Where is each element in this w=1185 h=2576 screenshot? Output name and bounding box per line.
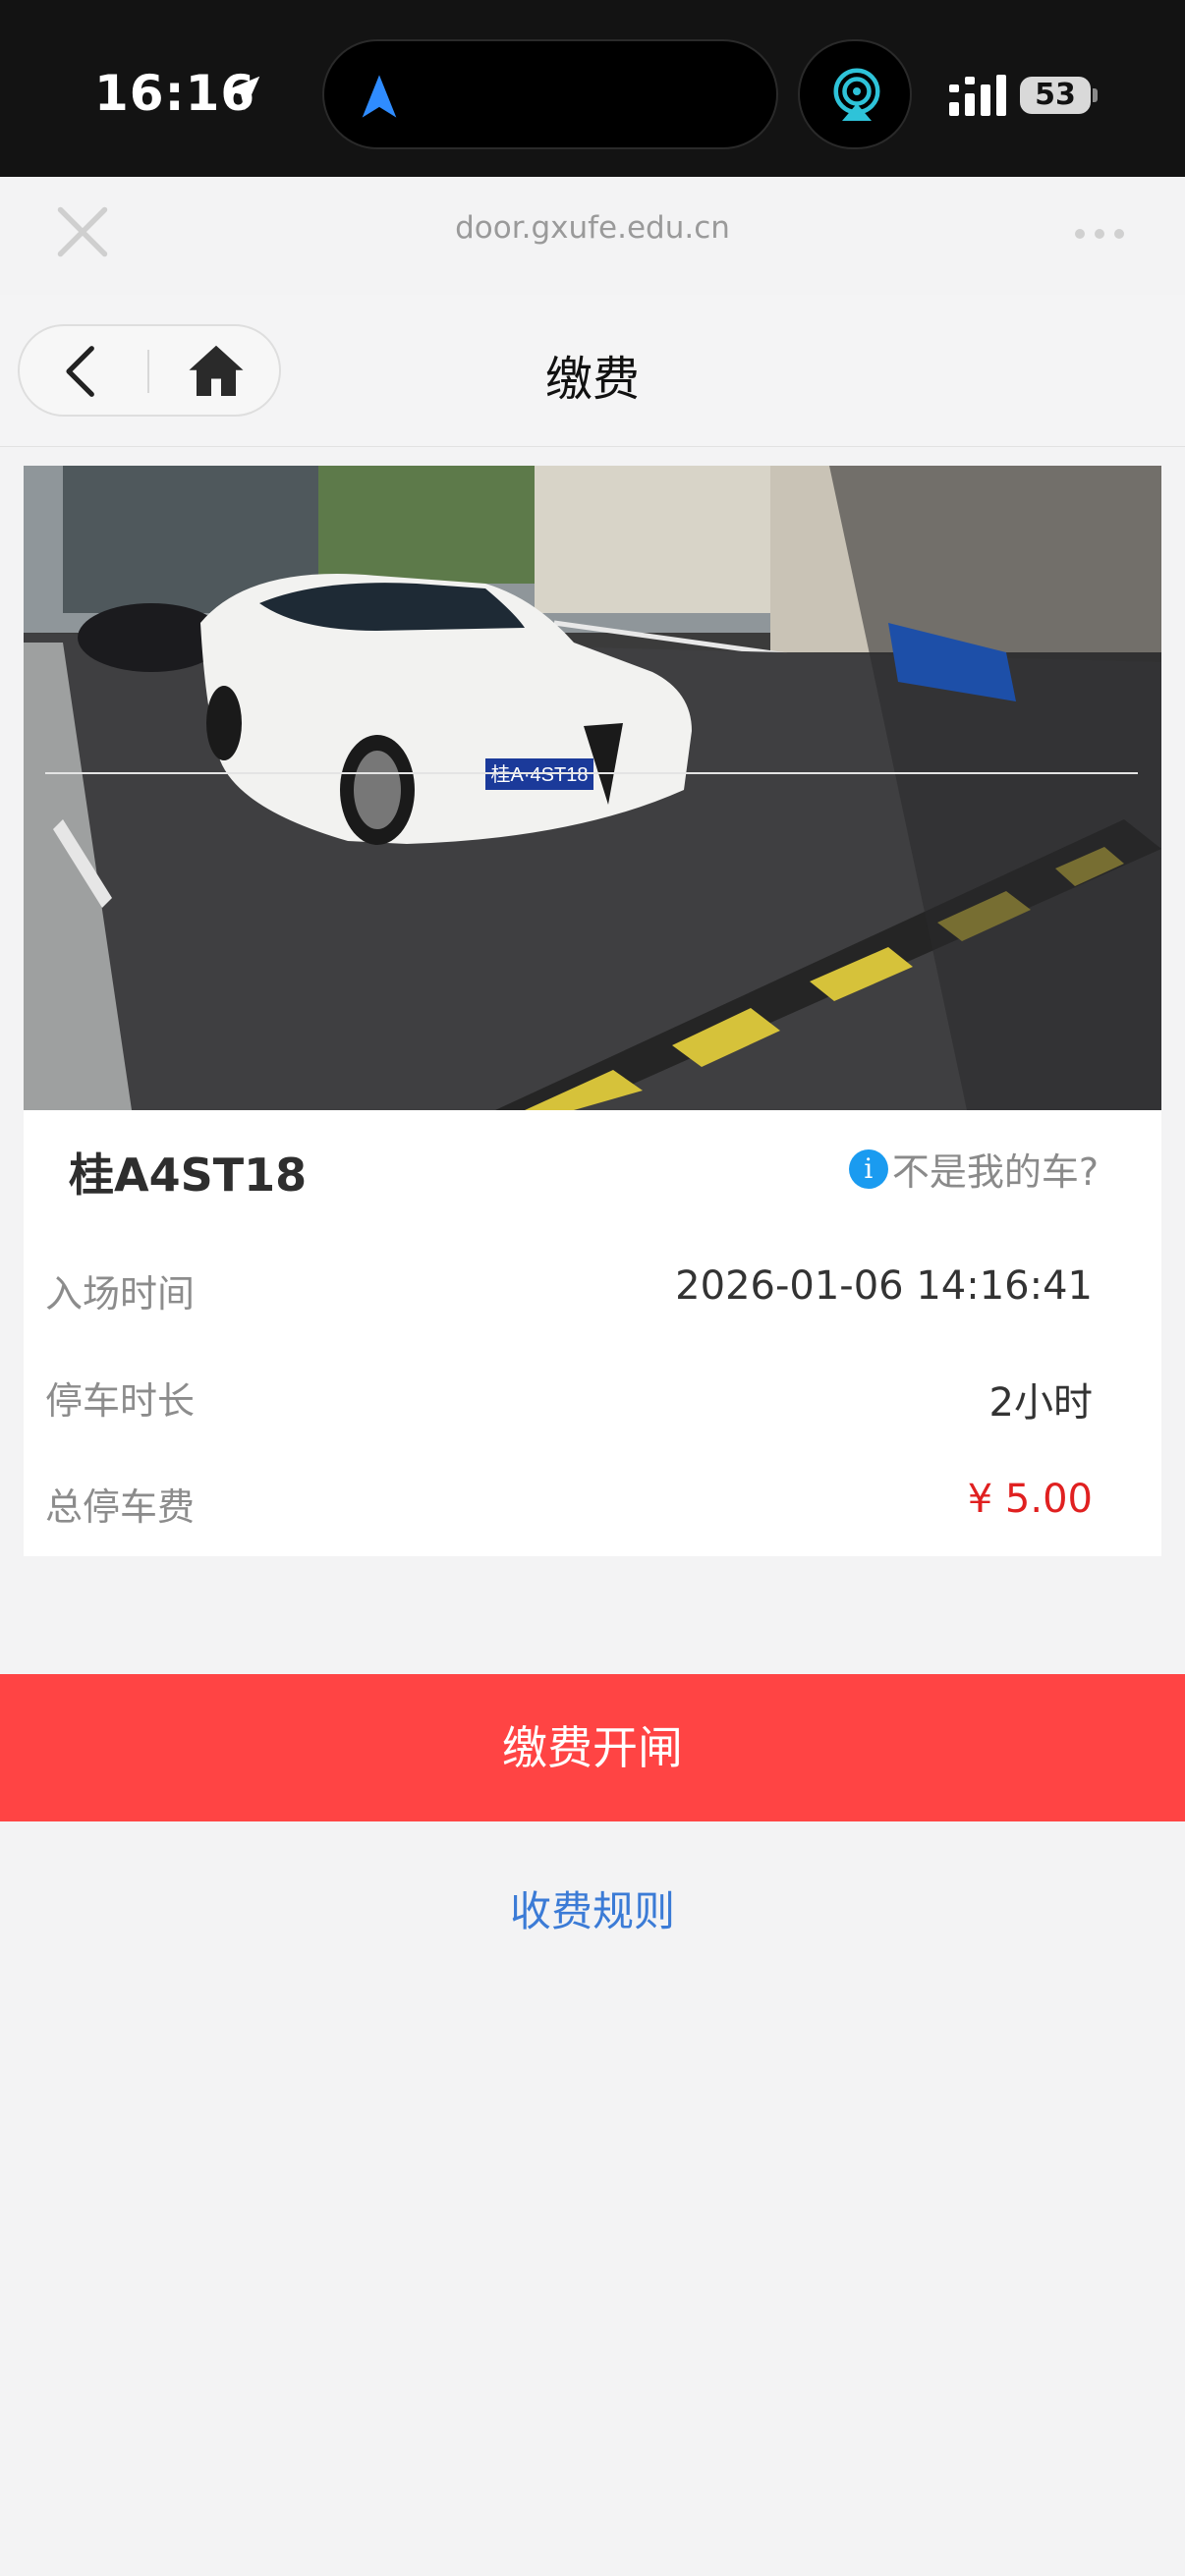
plate-divider [45,772,1138,774]
entry-time-value: 2026-01-06 14:16:41 [675,1263,1093,1309]
page-title: 缴费 [544,352,640,407]
plate-number: 桂A4ST18 [69,1148,308,1202]
navigation-icon [362,75,397,118]
airplay-cast-button[interactable] [798,39,912,149]
status-bar: 16:16 53 door.gxufe.edu.cn [0,0,1185,257]
fee-rules-link[interactable]: 收费规则 [0,1878,1185,1938]
not-my-car-link[interactable]: i 不是我的车? [848,1142,1099,1196]
battery-icon: 53 [1020,77,1091,114]
total-fee-row: 总停车费 ¥ 5.00 [45,1477,1093,1536]
pay-open-gate-button[interactable]: 缴费开闸 [0,1674,1185,1821]
battery-tip [1093,88,1098,102]
not-my-car-text: 不是我的车? [891,1150,1099,1194]
duration-value: 2小时 [988,1380,1093,1426]
plate-row: 桂A4ST18 i 不是我的车? [24,1110,1161,1212]
duration-row: 停车时长 2小时 [45,1371,1093,1429]
airplay-cast-icon [833,68,880,121]
info-icon: i [848,1148,888,1189]
vehicle-photo: 桂A·4ST18 [24,466,1161,1110]
url-label: door.gxufe.edu.cn [455,210,730,246]
cellular-signal-icon [949,75,1006,116]
entry-time-label: 入场时间 [45,1272,196,1316]
duration-label: 停车时长 [45,1379,196,1423]
location-arrow-icon [225,76,260,111]
total-fee-value: ¥ 5.00 [967,1477,1093,1522]
total-fee-label: 总停车费 [45,1485,196,1529]
entry-time-row: 入场时间 2026-01-06 14:16:41 [45,1263,1093,1322]
svg-text:桂A·4ST18: 桂A·4ST18 [491,763,589,786]
more-icon[interactable] [1075,224,1134,243]
